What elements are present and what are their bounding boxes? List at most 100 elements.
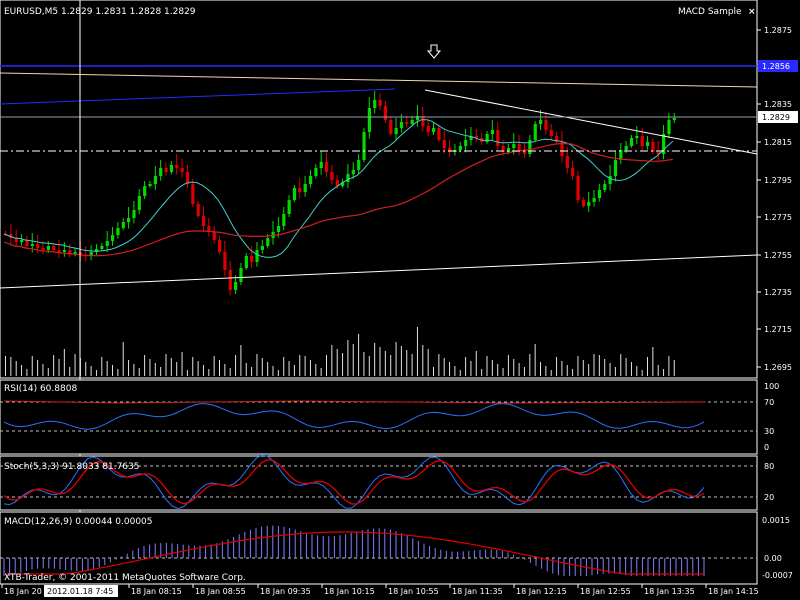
- candle-bull: [512, 144, 516, 148]
- candle-bull: [159, 168, 163, 176]
- candle-bear: [250, 256, 254, 262]
- rsi-header: RSI(14) 60.8808: [4, 384, 77, 394]
- candle-bull: [394, 128, 398, 134]
- candle-bull: [646, 142, 650, 146]
- candle-bear: [212, 232, 216, 240]
- time-label: 18 Jan 20: [4, 587, 42, 596]
- candle-bear: [383, 106, 388, 120]
- candle-bull: [603, 184, 607, 190]
- candle-bull: [169, 165, 174, 172]
- time-label: 18 Jan 11:35: [452, 587, 503, 596]
- candle-bull: [303, 184, 307, 192]
- candle-bear: [201, 216, 206, 226]
- candle-bull: [292, 188, 297, 200]
- candle-bull: [346, 174, 350, 182]
- candle-bull: [539, 120, 543, 124]
- candle-bear: [405, 122, 409, 124]
- candle-bear: [442, 140, 446, 148]
- candle-bull: [399, 122, 404, 128]
- price-scale[interactable]: 1.2856 1.2829 1.2875 1.2835 1.2815 1.2795 1.…: [757, 26, 798, 372]
- candle-bear: [437, 128, 441, 140]
- candle-bear: [581, 200, 585, 206]
- price-label: 1.2875: [764, 26, 792, 35]
- candle-bear: [565, 156, 569, 168]
- stoch-header: Stoch(5,3,3) 91.8033 81.7635: [4, 462, 139, 472]
- candle-bull: [116, 228, 120, 235]
- candle-bear: [576, 176, 580, 200]
- price-label: 1.2815: [764, 138, 792, 147]
- candle-bull: [490, 130, 495, 134]
- trading-chart[interactable]: EURUSD,M5 1.2829 1.2831 1.2828 1.2829 MA…: [0, 0, 800, 600]
- macd-scale-bottom: -0.0007: [762, 571, 793, 580]
- candle-bull: [239, 268, 243, 282]
- macd-pane[interactable]: MACD(12,26,9) 0.00044 0.00005 0.0015 0.0…: [0, 511, 793, 585]
- candle-bull: [667, 120, 671, 134]
- rsi-pane-frame: [0, 379, 758, 455]
- ea-close-icon[interactable]: ×: [748, 7, 756, 17]
- candle-bull: [319, 162, 323, 168]
- macd-header: MACD(12,26,9) 0.00044 0.00005: [4, 517, 153, 527]
- candle-bull: [105, 241, 109, 246]
- candle-bull: [121, 222, 125, 228]
- candle-bull: [592, 198, 596, 202]
- candle-bull: [458, 146, 462, 150]
- candle-bear: [218, 240, 222, 252]
- candle-bull: [287, 200, 291, 214]
- candle-bear: [36, 244, 40, 248]
- candle-bull: [20, 240, 24, 242]
- candle-bear: [180, 168, 184, 172]
- bid-price-tag-text: 1.2829: [762, 113, 790, 122]
- stoch-pane[interactable]: Stoch(5,3,3) 91.8033 81.7635 80 20: [0, 454, 774, 511]
- candle-bull: [597, 190, 602, 198]
- price-label: 1.2755: [764, 251, 792, 260]
- candle-bear: [571, 168, 575, 176]
- candle-bull: [367, 108, 371, 132]
- candle-bull: [46, 246, 50, 250]
- candle-bear: [378, 100, 382, 106]
- rsi-scale-30: 30: [764, 427, 774, 436]
- candle-bear: [496, 130, 500, 146]
- rsi-pane[interactable]: RSI(14) 60.8808 100 70 30 0: [0, 379, 779, 455]
- candle-bull: [62, 250, 67, 252]
- price-pane-frame: [0, 0, 758, 379]
- candle-bull: [266, 238, 270, 246]
- candle-bull: [624, 146, 628, 150]
- candle-bear: [298, 188, 302, 192]
- candle-bear: [517, 144, 521, 150]
- ea-name: MACD Sample: [678, 7, 742, 17]
- macd-scale-zero: 0.00: [764, 554, 782, 563]
- macd-scale-top: 0.0015: [762, 516, 790, 525]
- rsi-scale-0: 0: [764, 443, 769, 452]
- candle-bull: [613, 160, 618, 176]
- candle-bull: [587, 202, 591, 206]
- level-price-tag-text: 1.2856: [762, 62, 790, 71]
- stoch-scale-80: 80: [764, 462, 774, 471]
- candle-bull: [137, 196, 141, 210]
- candle-bear: [57, 250, 61, 252]
- candle-bull: [244, 256, 248, 268]
- time-label: 18 Jan 08:15: [131, 587, 182, 596]
- candle-bear: [389, 120, 393, 134]
- candle-bull: [148, 184, 152, 186]
- candle-bull: [255, 250, 259, 262]
- candle-bear: [164, 168, 168, 172]
- price-label: 1.2695: [764, 363, 792, 372]
- candle-bull: [276, 226, 281, 232]
- candle-bear: [228, 270, 232, 290]
- rsi-scale-70: 70: [764, 398, 774, 407]
- candle-bull: [672, 118, 676, 120]
- candle-bull: [234, 282, 238, 290]
- time-label: 18 Jan 13:35: [644, 587, 695, 596]
- candle-bull: [100, 246, 104, 249]
- candle-bear: [330, 172, 334, 180]
- candle-bear: [640, 136, 644, 146]
- time-axis[interactable]: 18 Jan 20 18 Jan 08:15 18 Jan 08:55 18 Jan …: [1, 584, 759, 597]
- time-label: 18 Jan 08:55: [195, 587, 246, 596]
- candle-bear: [41, 248, 45, 250]
- candle-bull: [308, 176, 313, 184]
- stoch-scale-20: 20: [764, 493, 774, 502]
- candle-bull: [132, 210, 136, 218]
- cursor-time-text: 2012.01.18 7:45: [47, 587, 113, 596]
- candle-bull: [314, 168, 318, 176]
- candle-bull: [111, 235, 115, 241]
